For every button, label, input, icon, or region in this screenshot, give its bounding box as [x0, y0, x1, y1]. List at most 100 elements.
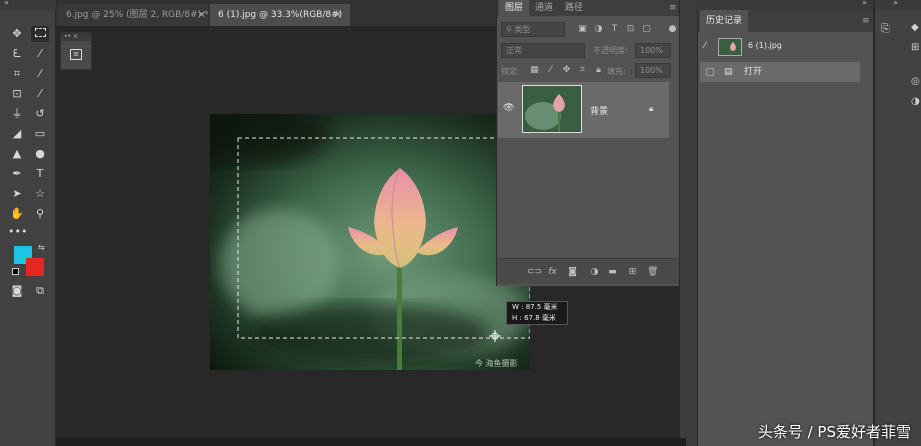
right-strip-header[interactable]: »: [875, 0, 921, 10]
shape-tool-icon[interactable]: ☆: [31, 186, 49, 202]
snapshot-name: 6 (1).jpg: [748, 41, 782, 50]
filter-type-icon[interactable]: T: [609, 24, 620, 35]
lock-all-icon[interactable]: 🔒︎: [593, 65, 604, 76]
document-tab-bar: 6.jpg @ 25% (图层 2, RGB/8#) * × 6 (1).jpg…: [56, 0, 496, 26]
pen-tool-icon[interactable]: ✒: [8, 166, 26, 182]
eraser-tool-icon[interactable]: ◢: [8, 126, 26, 142]
panel-menu-icon[interactable]: ≡: [856, 10, 876, 32]
watermark-text: 头条号 / PS爱好者菲雪: [757, 423, 911, 441]
color-panel-icon[interactable]: ◎: [911, 76, 920, 87]
layer-filter-search[interactable]: ⚲ 类型: [501, 22, 565, 37]
lotus-photo: 今 海鱼摄影: [210, 114, 530, 370]
snapshot-thumbnail: [718, 38, 742, 56]
document-canvas[interactable]: 今 海鱼摄影: [210, 114, 530, 370]
tab-channels[interactable]: 通道: [529, 0, 559, 16]
history-snapshot[interactable]: ⁄ 6 (1).jpg: [700, 36, 860, 60]
filter-adjustment-icon[interactable]: ◑: [593, 24, 604, 35]
lasso-tool-icon[interactable]: ᘍ: [8, 46, 26, 62]
properties-icon[interactable]: ≡: [70, 49, 82, 60]
history-step-label: 打开: [744, 67, 763, 77]
panel-dock-gutter: [680, 0, 697, 446]
tab-document-6[interactable]: 6.jpg @ 25% (图层 2, RGB/8#) * ×: [58, 4, 209, 26]
type-tool-icon[interactable]: T: [31, 166, 49, 182]
layer-lock-icon: 🔒︎: [649, 104, 654, 113]
filter-smart-object-icon[interactable]: ▢: [641, 24, 652, 35]
fill-label: 填充:: [607, 67, 626, 76]
history-dock-header[interactable]: »: [697, 0, 873, 10]
frame-tool-icon[interactable]: ⊡: [8, 86, 26, 102]
brush-panel-icon[interactable]: ◆: [911, 22, 919, 33]
grid-panel-icon[interactable]: ⊞: [911, 42, 919, 53]
filter-toggle-icon[interactable]: ●: [667, 24, 678, 35]
background-color-swatch[interactable]: [26, 258, 44, 276]
history-step-checkbox[interactable]: [706, 68, 714, 76]
blend-mode-select[interactable]: 正常: [501, 43, 585, 58]
adjustment-layer-icon[interactable]: ◑: [589, 267, 600, 278]
right-icon-strip: » ⎘ ◆ ⊞ ◎ ◑: [874, 0, 921, 446]
history-brush-source-icon[interactable]: ⁄: [704, 41, 706, 51]
tab-history[interactable]: 历史记录: [700, 10, 749, 32]
adjustments-panel-icon[interactable]: ◑: [911, 96, 920, 107]
selection-size-readout: W : 87.5 毫米 H : 67.8 毫米: [506, 301, 568, 325]
lock-position-icon[interactable]: ✥: [561, 65, 572, 76]
lock-image-icon[interactable]: ⁄: [545, 65, 556, 76]
marquee-tool-icon[interactable]: [31, 26, 49, 42]
close-icon[interactable]: ×: [334, 4, 342, 26]
toolbar-collapse-bar[interactable]: «: [0, 0, 56, 10]
history-step-open[interactable]: ▤ 打开: [700, 62, 860, 82]
new-group-icon[interactable]: ▬: [607, 267, 618, 278]
trash-icon[interactable]: 🗑︎: [647, 267, 658, 278]
path-selection-tool-icon[interactable]: ➤: [8, 186, 26, 202]
new-layer-icon[interactable]: ⊞: [627, 267, 638, 278]
character-panel-icon[interactable]: ⎘: [881, 22, 890, 36]
mini-panel-header[interactable]: •• ×: [61, 33, 91, 41]
tab-paths[interactable]: 路径: [559, 0, 589, 16]
add-mask-icon[interactable]: ◙: [567, 267, 578, 278]
fill-value: 100%: [640, 66, 663, 75]
swap-colors-icon[interactable]: ⇆: [38, 243, 45, 252]
tab-layers[interactable]: 图层: [499, 0, 530, 16]
close-icon[interactable]: ×: [198, 4, 206, 26]
link-layers-icon[interactable]: ⊂⊃: [527, 267, 542, 278]
quick-mask-icon[interactable]: ◙: [8, 283, 26, 299]
tab-document-6-1[interactable]: 6 (1).jpg @ 33.3%(RGB/8#) ×: [210, 4, 350, 26]
lock-label: 锁定:: [501, 67, 520, 76]
opacity-value: 100%: [640, 46, 663, 55]
eyedropper-tool-icon[interactable]: ⁄: [31, 66, 49, 82]
layer-name[interactable]: 背景: [590, 104, 608, 117]
more-tools-icon[interactable]: •••: [8, 224, 27, 240]
selection-height: H : 67.8 毫米: [512, 314, 556, 322]
brush-tool-icon[interactable]: ⁄: [31, 86, 49, 102]
opacity-label: 不透明度:: [593, 46, 628, 55]
selection-width: W : 87.5 毫米: [512, 303, 558, 311]
layers-panel-tabs: 图层 通道 路径 ≡: [497, 0, 679, 16]
canvas-watermark: 今 海鱼摄影: [475, 358, 518, 368]
blur-tool-icon[interactable]: ▲: [8, 146, 26, 162]
screen-mode-icon[interactable]: ⧉: [31, 283, 49, 299]
layer-filter-placeholder: 类型: [514, 25, 531, 34]
status-bar: [56, 438, 686, 446]
move-tool-icon[interactable]: ✥: [8, 26, 26, 42]
gradient-tool-icon[interactable]: ▭: [31, 126, 49, 142]
fill-input[interactable]: 100%: [635, 63, 671, 78]
clone-stamp-tool-icon[interactable]: ⏚: [8, 106, 26, 122]
lock-transparent-icon[interactable]: ▦: [529, 65, 540, 76]
hand-tool-icon[interactable]: ✋: [8, 206, 26, 222]
history-brush-tool-icon[interactable]: ↺: [31, 106, 49, 122]
lock-artboard-icon[interactable]: ⌗: [577, 65, 588, 76]
default-colors-icon[interactable]: [12, 268, 19, 275]
blend-mode-value: 正常: [506, 46, 522, 55]
crop-tool-icon[interactable]: ⌗: [8, 66, 26, 82]
filter-shape-icon[interactable]: ⊡: [625, 24, 636, 35]
opacity-input[interactable]: 100%: [635, 43, 671, 58]
fx-icon[interactable]: fx: [547, 267, 558, 278]
layer-row-background[interactable]: 👁︎ 背景 🔒︎: [498, 82, 669, 138]
filter-pixel-icon[interactable]: ▣: [577, 24, 588, 35]
zoom-tool-icon[interactable]: ⚲: [31, 206, 49, 222]
eye-visibility-icon[interactable]: 👁︎: [503, 103, 514, 113]
magic-wand-tool-icon[interactable]: ⁄: [31, 46, 49, 62]
tab-label: 6 (1).jpg @ 33.3%(RGB/8#): [218, 10, 343, 20]
dodge-tool-icon[interactable]: ●: [31, 146, 49, 162]
history-panel: 历史记录 ≡ ⁄ 6 (1).jpg ▤ 打开: [697, 10, 873, 446]
document-icon: ▤: [724, 67, 733, 77]
